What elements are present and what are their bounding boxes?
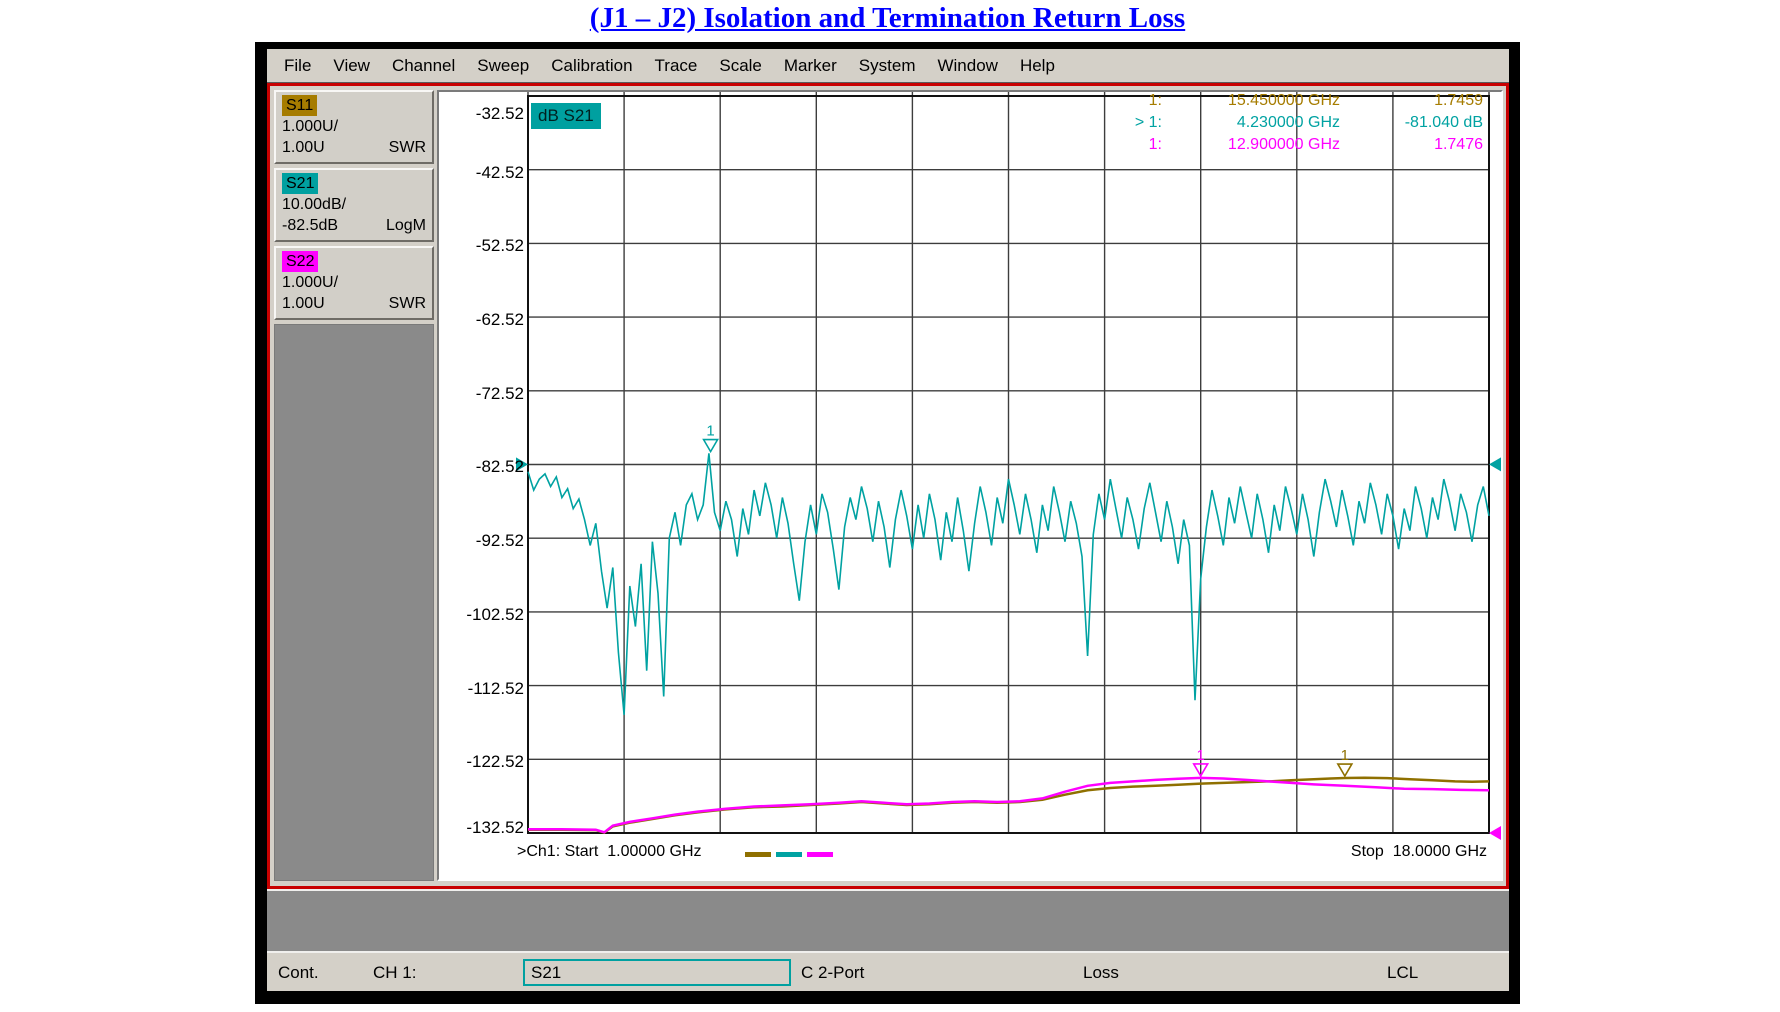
measurement-graph[interactable]: 1 1 1: [439, 92, 1501, 879]
trace-button-s11[interactable]: S11 1.000U/ 1.00U SWR: [274, 90, 434, 164]
trace-scale: 1.000U/: [282, 272, 426, 293]
s21-trace-legend-dash-icon: [776, 852, 802, 857]
control-mode-status: LCL: [1387, 963, 1418, 983]
menu-item-scale[interactable]: Scale: [708, 56, 773, 76]
trace-ref: -82.5dB: [282, 215, 338, 236]
y-axis-label: -42.52: [439, 163, 524, 182]
trace-ref: 1.00U: [282, 137, 325, 158]
trace-id-badge: S21: [282, 173, 318, 194]
y-axis-label: -132.52: [439, 818, 524, 837]
trace-id-badge: S11: [282, 95, 317, 116]
measurement-field: S21: [523, 959, 791, 986]
channel-status: CH 1:: [373, 963, 416, 983]
marker-number-label: 1: [706, 423, 714, 440]
ref-level-arrow-icon: [1489, 826, 1501, 840]
marker-value: 1.7459: [439, 92, 1483, 110]
trace-status-sidebar: S11 1.000U/ 1.00U SWR S21 10.00dB/ -82.5…: [274, 90, 434, 881]
y-axis-label: -82.52: [439, 457, 524, 476]
trace-scale: 1.000U/: [282, 116, 426, 137]
trace-format: SWR: [389, 137, 426, 158]
trace-ref: 1.00U: [282, 293, 325, 314]
menu-item-channel[interactable]: Channel: [381, 56, 466, 76]
marker-number-label: 1: [1197, 747, 1205, 764]
y-axis-label: -122.52: [439, 752, 524, 771]
status-bar: Cont. CH 1: S21 C 2-Port Loss LCL: [267, 951, 1509, 991]
y-axis-label: -112.52: [439, 679, 524, 698]
y-axis-label: -92.52: [439, 531, 524, 550]
menu-item-window[interactable]: Window: [926, 56, 1008, 76]
trace-button-s22[interactable]: S22 1.000U/ 1.00U SWR: [274, 246, 434, 320]
ref-level-arrow-icon: [1489, 457, 1501, 471]
marker-value: 1.7476: [439, 136, 1483, 154]
s22-trace-legend-dash-icon: [807, 852, 833, 857]
marker-readout-row: > 1: 4.230000 GHz -81.040 dB: [439, 114, 1483, 134]
lower-gray-band: [267, 889, 1509, 951]
menu-item-calibration[interactable]: Calibration: [540, 56, 643, 76]
y-axis-label: -62.52: [439, 310, 524, 329]
menu-item-help[interactable]: Help: [1009, 56, 1066, 76]
window-name-status: Loss: [1083, 963, 1119, 983]
y-axis-label: -52.52: [439, 236, 524, 255]
marker-triangle-icon: [704, 440, 718, 452]
marker-readout-row: 1: 15.450000 GHz 1.7459: [439, 92, 1483, 112]
display-area: S11 1.000U/ 1.00U SWR S21 10.00dB/ -82.5…: [267, 83, 1509, 889]
sweep-mode-status: Cont.: [278, 963, 319, 983]
marker-readout-row: 1: 12.900000 GHz 1.7476: [439, 136, 1483, 156]
menu-item-marker[interactable]: Marker: [773, 56, 848, 76]
marker-value: -81.040 dB: [439, 114, 1483, 132]
y-axis-label: -102.52: [439, 605, 524, 624]
trace-format: LogM: [386, 215, 426, 236]
correction-status: C 2-Port: [801, 963, 864, 983]
analyzer-window: File View Channel Sweep Calibration Trac…: [255, 42, 1520, 1004]
screen: (J1 – J2) Isolation and Termination Retu…: [0, 0, 1780, 1012]
page-title-link[interactable]: (J1 – J2) Isolation and Termination Retu…: [590, 2, 1185, 34]
menu-item-system[interactable]: System: [848, 56, 927, 76]
menu-bar: File View Channel Sweep Calibration Trac…: [267, 49, 1509, 83]
sweep-start-label: >Ch1: Start 1.00000 GHz: [517, 843, 702, 861]
plot-panel[interactable]: 111 -32.52 -42.52 -52.52 -62.52 -72.52 -…: [437, 90, 1503, 881]
menu-item-view[interactable]: View: [322, 56, 381, 76]
sweep-stop-label: Stop 18.0000 GHz: [1351, 843, 1487, 861]
trace-id-badge: S22: [282, 251, 318, 272]
menu-item-sweep[interactable]: Sweep: [466, 56, 540, 76]
y-axis-label: -72.52: [439, 384, 524, 403]
menu-item-trace[interactable]: Trace: [644, 56, 709, 76]
trace-scale: 10.00dB/: [282, 194, 426, 215]
marker-triangle-icon: [1338, 764, 1352, 776]
trace-format: SWR: [389, 293, 426, 314]
marker-number-label: 1: [1341, 747, 1349, 764]
sidebar-empty-area: [274, 324, 434, 881]
menu-item-file[interactable]: File: [273, 56, 322, 76]
trace-button-s21[interactable]: S21 10.00dB/ -82.5dB LogM: [274, 168, 434, 242]
page-title: (J1 – J2) Isolation and Termination Retu…: [255, 2, 1520, 35]
s11-trace-legend-dash-icon: [745, 852, 771, 857]
